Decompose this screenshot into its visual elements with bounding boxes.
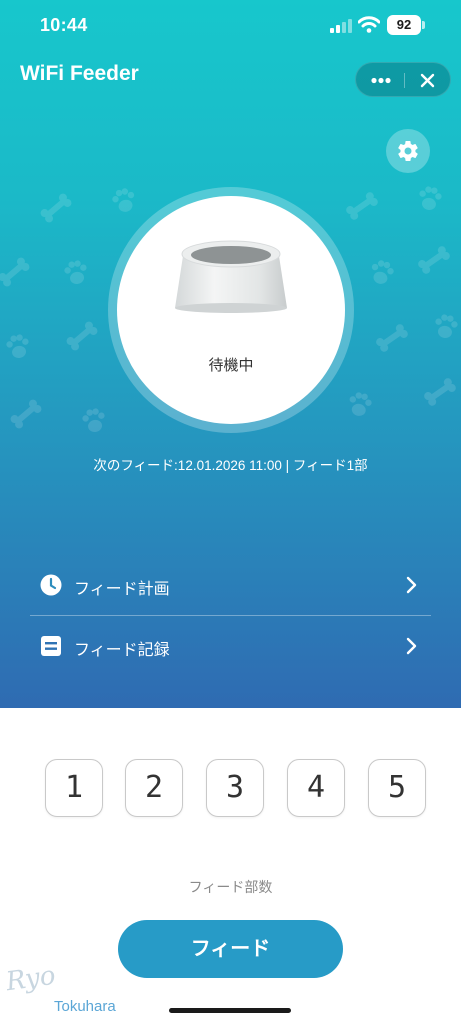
more-button[interactable]: [356, 63, 404, 98]
battery-level: 92: [396, 17, 412, 32]
chevron-right-icon: [406, 637, 417, 655]
chevron-right-icon: [406, 576, 417, 594]
clock-icon: [40, 574, 62, 596]
portion-option-5[interactable]: 5: [368, 759, 426, 817]
pet-bowl-image: [175, 240, 287, 313]
portion-option-2[interactable]: 2: [125, 759, 183, 817]
portion-label: フィード部数: [188, 879, 273, 895]
battery-indicator: 92: [387, 15, 421, 35]
watermark-name: Tokuhara: [54, 998, 116, 1015]
cellular-signal-icon: [330, 19, 352, 33]
menu-item-feed-log[interactable]: フィード記録: [30, 617, 431, 675]
list-icon: [41, 636, 61, 656]
app-title: WiFi Feeder: [20, 62, 139, 85]
home-indicator: [169, 1008, 291, 1013]
close-button[interactable]: [405, 63, 452, 98]
menu-divider: [30, 615, 431, 616]
battery-tip: [422, 21, 425, 29]
wifi-icon: [358, 16, 380, 33]
portion-selector: 1 2 3 4 5: [0, 758, 461, 820]
feed-button[interactable]: フィード: [118, 920, 343, 978]
more-dots-icon: [371, 77, 391, 84]
settings-button[interactable]: [386, 129, 430, 173]
menu-item-label: フィード計画: [74, 581, 170, 598]
menu-item-feed-plan[interactable]: フィード計画: [30, 556, 431, 614]
portion-option-3[interactable]: 3: [206, 759, 264, 817]
portion-option-4[interactable]: 4: [287, 759, 345, 817]
mini-app-capsule: [355, 62, 451, 97]
status-time: 10:44: [40, 15, 88, 35]
gear-icon: [398, 141, 418, 162]
watermark-signature: Ryo: [4, 960, 58, 998]
menu-item-label: フィード記録: [74, 642, 170, 659]
portion-option-1[interactable]: 1: [45, 759, 103, 817]
feeder-status-text: 待機中: [208, 357, 254, 374]
status-bar: 10:44 92: [0, 0, 461, 52]
close-icon: [420, 73, 435, 88]
next-feed-info: 次のフィード:12.01.2026 11:00 | フィード1部: [93, 458, 368, 473]
